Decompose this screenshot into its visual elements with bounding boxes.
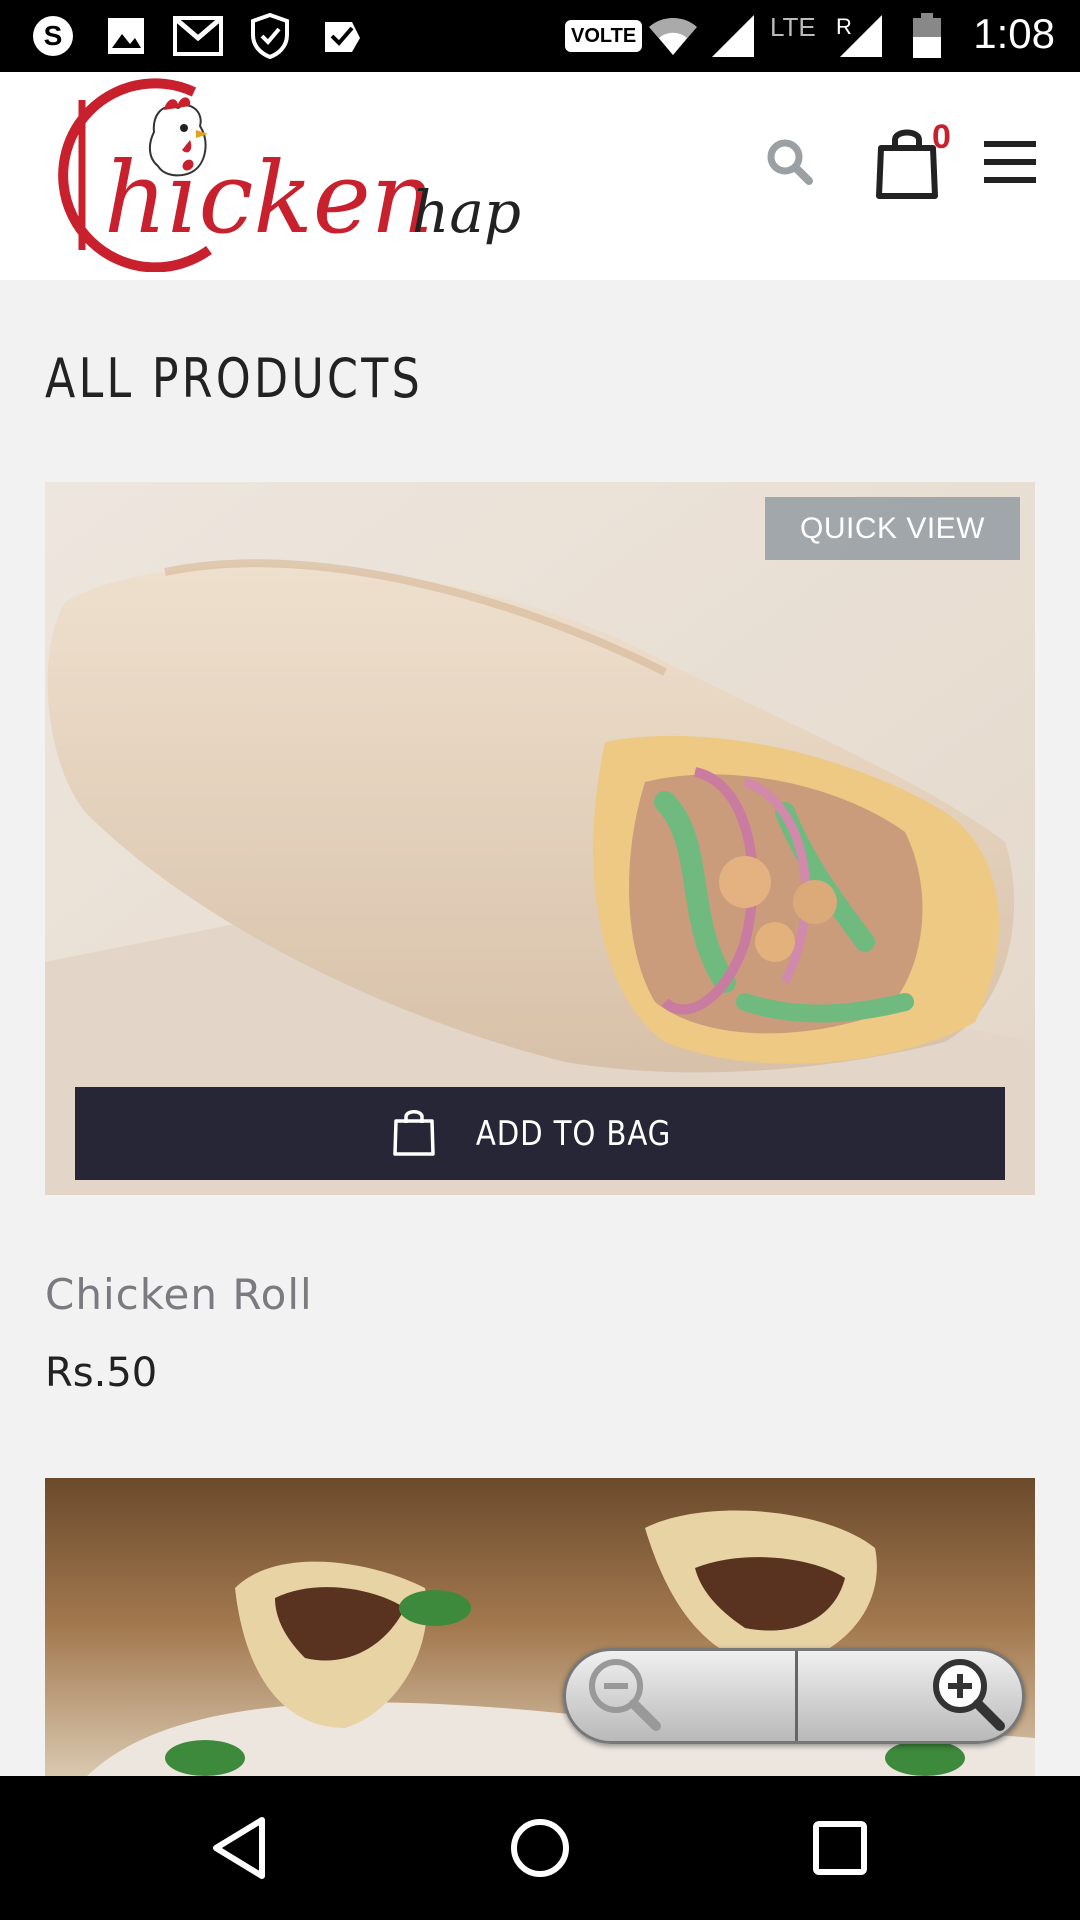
svg-text:hap: hap (412, 178, 521, 246)
zoom-in-icon (928, 1654, 1008, 1738)
product-price: Rs.50 (45, 1350, 158, 1396)
menu-icon[interactable] (982, 134, 1038, 190)
status-time: 1:08 (973, 10, 1055, 57)
lte-label: LTE (770, 12, 816, 42)
volte-badge: VOLTE (565, 20, 643, 52)
page-title: ALL PRODUCTS (45, 347, 423, 410)
zoom-control[interactable] (563, 1648, 1025, 1744)
zoom-out-button[interactable] (566, 1651, 798, 1741)
signal-icon (708, 14, 758, 58)
home-icon[interactable] (460, 1776, 620, 1920)
gmail-icon (172, 14, 224, 58)
shield-icon (248, 13, 292, 59)
battery-icon (910, 13, 944, 58)
cart-count-badge: 0 (932, 118, 951, 156)
search-icon[interactable] (762, 134, 816, 188)
image-icon (104, 14, 148, 58)
screen: S VOLTE LTE R 1:08 hicken hap 0 ALL PROD… (0, 0, 1080, 1920)
system-nav-bar (0, 1776, 1080, 1920)
back-icon[interactable] (160, 1776, 320, 1920)
recents-icon[interactable] (760, 1776, 920, 1920)
product-card[interactable]: QUICK VIEW ADD TO BAG (45, 482, 1035, 1195)
wifi-icon (645, 14, 701, 58)
svg-text:S: S (44, 20, 63, 51)
checkmark-icon (320, 14, 364, 58)
zoom-in-button[interactable] (798, 1651, 1023, 1741)
svg-text:hicken: hicken (104, 142, 434, 256)
zoom-out-icon (584, 1654, 664, 1738)
product-name[interactable]: Chicken Roll (45, 1270, 313, 1319)
status-bar: S VOLTE LTE R 1:08 (0, 0, 1080, 72)
site-header: hicken hap 0 (0, 72, 1080, 280)
brand-logo[interactable]: hicken hap (44, 72, 524, 273)
shopping-bag-icon (392, 1107, 436, 1161)
add-to-bag-button[interactable]: ADD TO BAG (75, 1087, 1005, 1180)
add-to-bag-label: ADD TO BAG (476, 1113, 672, 1154)
skype-icon: S (28, 14, 78, 58)
quick-view-button[interactable]: QUICK VIEW (765, 497, 1020, 560)
signal-icon-2 (836, 14, 886, 58)
